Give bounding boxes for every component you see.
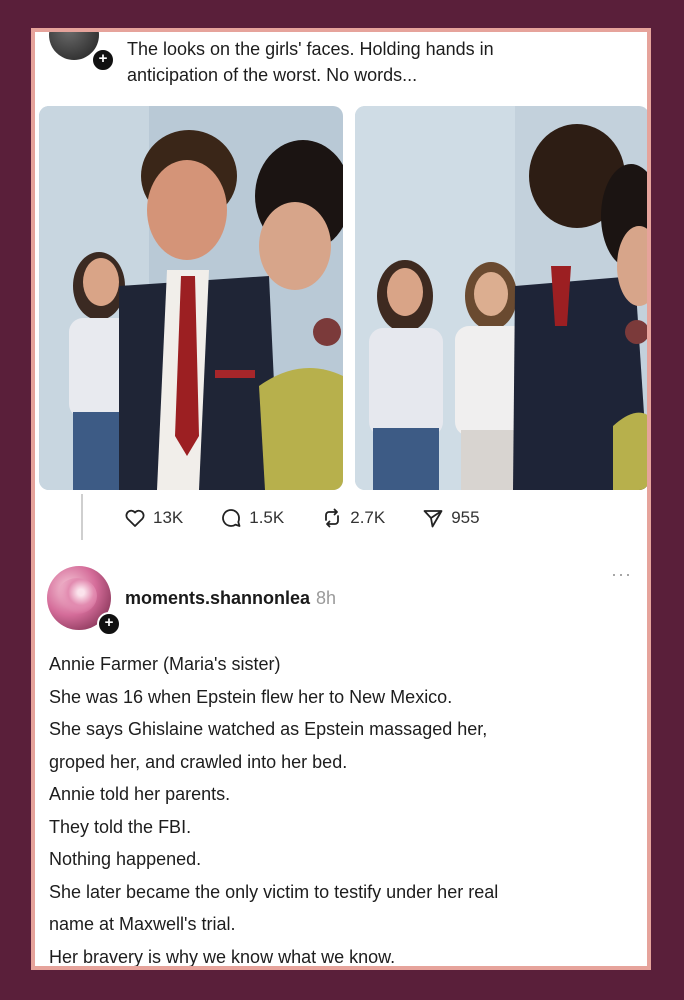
share-button[interactable]: 955 (421, 506, 480, 530)
username-text[interactable]: moments.shannonlea (125, 588, 310, 608)
reply-timestamp: 8h (316, 588, 337, 608)
post-photo-2[interactable] (355, 106, 647, 490)
reply-line: Her bravery is why we know what we know. (49, 946, 396, 967)
reply-line: Annie Farmer (Maria's sister) (49, 654, 281, 674)
heart-icon (125, 509, 145, 527)
reply-line: groped her, and crawled into her bed. (49, 751, 348, 772)
comment-button[interactable]: 1.5K (219, 506, 284, 530)
repost-icon (325, 508, 340, 528)
thread-line (81, 494, 83, 540)
post-card: + The looks on the girls' faces. Holding… (31, 28, 651, 970)
repost-count: 2.7K (350, 508, 386, 527)
reply-line: She was 16 when Epstein flew her to New … (49, 686, 453, 707)
reply-line: She says Ghislaine watched as Epstein ma… (49, 719, 488, 739)
like-button[interactable]: 13K (123, 506, 183, 530)
more-options-icon[interactable]: ··· (611, 564, 632, 585)
reply-line: They told the FBI. (49, 816, 192, 837)
post-photo-1[interactable] (39, 106, 343, 490)
reply-line: name at Maxwell's trial. (49, 914, 236, 934)
post-stats-bar: 13K 1.5K 2.7K 955 (123, 506, 516, 530)
like-count: 13K (153, 508, 184, 527)
post-caption: The looks on the girls' faces. Holding h… (127, 36, 637, 88)
reply-line: She later became the only victim to test… (49, 881, 499, 902)
reply-username[interactable]: moments.shannonlea 8h (125, 588, 336, 609)
follow-plus-icon[interactable]: + (91, 48, 115, 72)
comment-count: 1.5K (249, 508, 285, 527)
caption-line: The looks on the girls' faces. Holding h… (127, 39, 494, 59)
repost-button[interactable]: 2.7K (320, 506, 385, 530)
comment-icon (222, 509, 241, 527)
reply-line: Annie told her parents. (49, 784, 231, 804)
send-icon (423, 510, 443, 528)
reply-line: Nothing happened. (49, 849, 202, 869)
caption-line: anticipation of the worst. No words... (127, 65, 418, 85)
share-count: 955 (451, 508, 480, 527)
reply-body: Annie Farmer (Maria's sister) She was 16… (49, 648, 645, 967)
follow-plus-icon[interactable]: + (97, 612, 121, 636)
